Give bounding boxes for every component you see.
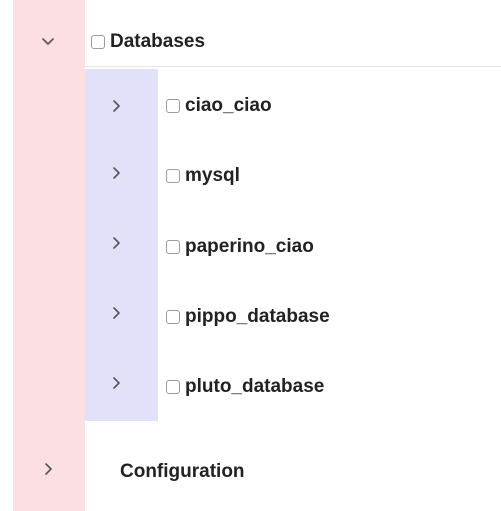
tree-node-label: pluto_database bbox=[185, 376, 325, 397]
tree-node-pluto-database[interactable]: pluto_database bbox=[0, 367, 501, 407]
tree-view: Databases ciao_ciao mysql paperino_ciao … bbox=[0, 0, 501, 511]
tree-node-databases[interactable]: Databases bbox=[0, 22, 501, 62]
checkbox-paperino-ciao[interactable] bbox=[166, 240, 180, 254]
tree-node-pippo-database[interactable]: pippo_database bbox=[0, 297, 501, 337]
chevron-right-icon[interactable] bbox=[106, 96, 126, 116]
checkbox-databases[interactable] bbox=[91, 35, 105, 49]
checkbox-pippo-database[interactable] bbox=[166, 310, 180, 324]
tree-node-label: Configuration bbox=[120, 461, 245, 482]
chevron-right-icon[interactable] bbox=[106, 373, 126, 393]
tree-node-label: paperino_ciao bbox=[185, 236, 314, 257]
tree-node-label: mysql bbox=[185, 165, 240, 186]
checkbox-pluto-database[interactable] bbox=[166, 380, 180, 394]
chevron-right-icon[interactable] bbox=[38, 459, 58, 479]
chevron-right-icon[interactable] bbox=[106, 303, 126, 323]
root-divider bbox=[85, 66, 501, 67]
checkbox-ciao-ciao[interactable] bbox=[166, 99, 180, 113]
chevron-down-icon[interactable] bbox=[38, 32, 58, 52]
tree-node-label: Databases bbox=[110, 31, 206, 52]
tree-node-label: ciao_ciao bbox=[185, 95, 272, 116]
checkbox-mysql[interactable] bbox=[166, 169, 180, 183]
tree-node-label: pippo_database bbox=[185, 306, 330, 327]
tree-node-configuration[interactable]: Configuration bbox=[0, 453, 501, 493]
chevron-right-icon[interactable] bbox=[106, 233, 126, 253]
tree-node-mysql[interactable]: mysql bbox=[0, 157, 501, 197]
chevron-right-icon[interactable] bbox=[106, 163, 126, 183]
tree-node-paperino-ciao[interactable]: paperino_ciao bbox=[0, 227, 501, 267]
tree-node-ciao-ciao[interactable]: ciao_ciao bbox=[0, 86, 501, 126]
